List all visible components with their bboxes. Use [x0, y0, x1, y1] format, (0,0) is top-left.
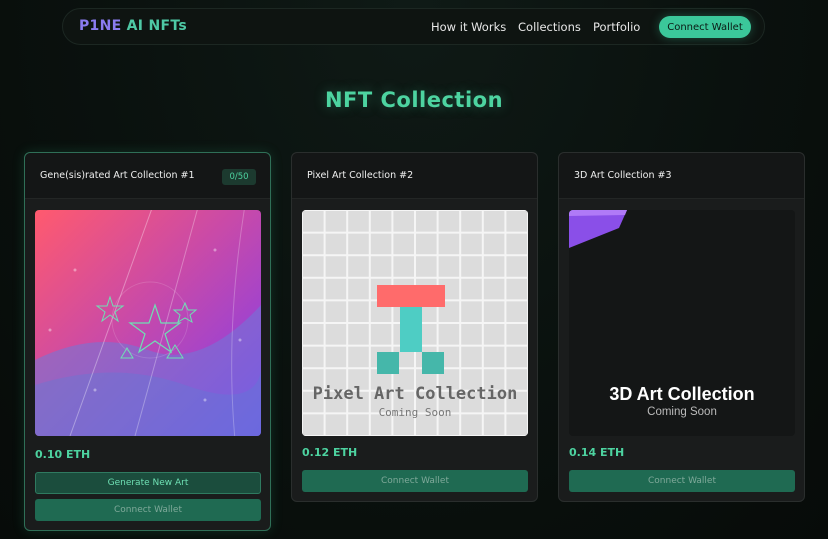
- price-label: 0.12 ETH: [302, 446, 358, 459]
- logo-text-secondary: AI NFTs: [121, 18, 187, 34]
- generative-art-canvas: [35, 210, 261, 436]
- card-title: Pixel Art Collection #2: [307, 170, 414, 181]
- art-subtitle: Coming Soon: [647, 406, 717, 418]
- art-subtitle: Coming Soon: [378, 406, 452, 419]
- art-dot: [238, 338, 242, 342]
- art-dot: [73, 268, 77, 272]
- pixel-shape-left: [377, 352, 399, 374]
- 3d-shape-top: [569, 210, 627, 216]
- nav-link-collections[interactable]: Collections: [518, 20, 581, 34]
- connect-wallet-button[interactable]: Connect Wallet: [569, 470, 795, 492]
- art-dot: [203, 398, 207, 402]
- 3d-art-preview: 3D Art Collection Coming Soon: [569, 210, 795, 436]
- collection-card-pixel: Pixel Art Collection #2 Pixel Art Collec…: [291, 152, 538, 502]
- art-dot: [213, 248, 217, 252]
- mint-count-badge: 0/50: [222, 169, 256, 185]
- art-title: Pixel Art Collection: [312, 384, 518, 404]
- art-title: 3D Art Collection: [609, 384, 755, 404]
- connect-wallet-button[interactable]: Connect Wallet: [302, 470, 528, 492]
- connect-wallet-button[interactable]: Connect Wallet: [35, 499, 261, 521]
- card-title: Gene(sis)rated Art Collection #1: [40, 170, 195, 181]
- art-dot: [93, 388, 97, 392]
- pixel-art-preview: Pixel Art Collection Coming Soon: [302, 210, 528, 436]
- page-title: NFT Collection: [324, 88, 504, 112]
- generative-art-preview: [35, 210, 261, 436]
- collection-card-3d: 3D Art Collection #3 3D Art Collection C…: [558, 152, 805, 502]
- price-label: 0.10 ETH: [35, 448, 91, 461]
- art-star: [128, 303, 182, 354]
- collection-card-genesis: Gene(sis)rated Art Collection #1 0/50 0.…: [24, 152, 271, 531]
- connect-wallet-nav-button[interactable]: Connect Wallet: [659, 16, 751, 38]
- nav-link-how-it-works[interactable]: How it Works: [431, 20, 506, 34]
- pixel-shape-stem: [400, 307, 422, 352]
- card-header: Gene(sis)rated Art Collection #1 0/50: [25, 153, 270, 199]
- generate-new-art-button[interactable]: Generate New Art: [35, 472, 261, 494]
- art-dot: [48, 328, 52, 332]
- pixel-shape-right: [422, 352, 444, 374]
- logo-text-primary: P1NE: [79, 18, 122, 34]
- card-header: 3D Art Collection #3: [559, 153, 804, 199]
- price-label: 0.14 ETH: [569, 446, 625, 459]
- top-navbar: P1NE AI NFTs How it Works Collections Po…: [62, 8, 765, 45]
- card-title: 3D Art Collection #3: [574, 170, 672, 181]
- nav-link-portfolio[interactable]: Portfolio: [593, 20, 640, 34]
- site-logo[interactable]: P1NE AI NFTs: [79, 18, 187, 34]
- pixel-shape-top: [377, 285, 445, 307]
- card-header: Pixel Art Collection #2: [292, 153, 537, 199]
